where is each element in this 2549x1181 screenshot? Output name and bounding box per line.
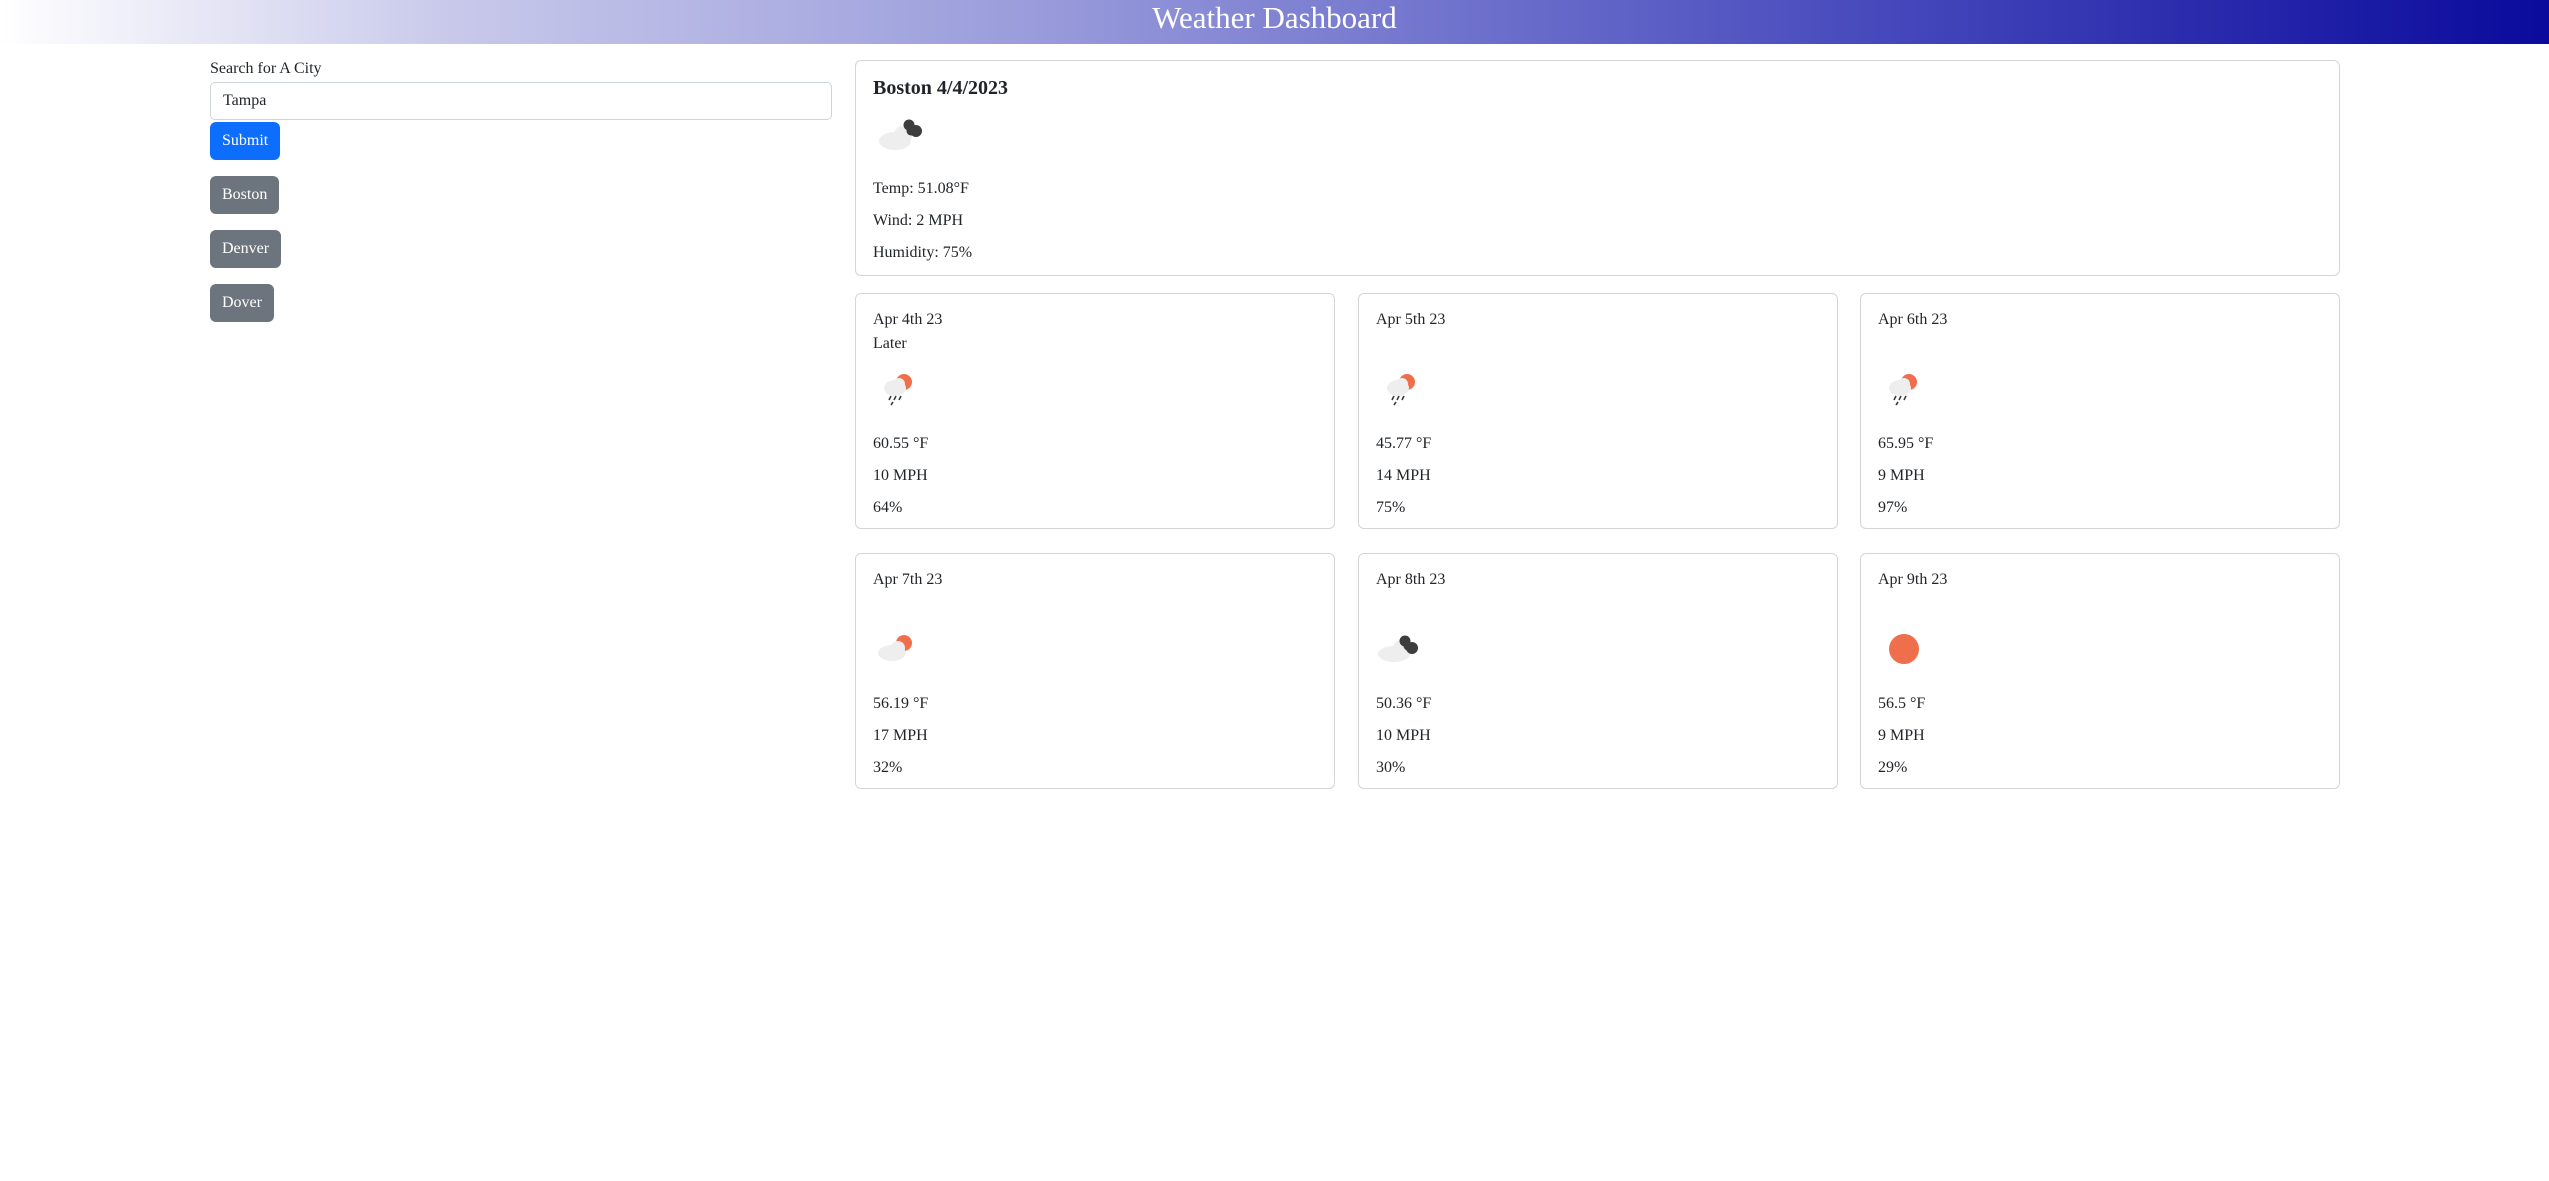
current-title: Boston 4/4/2023 xyxy=(873,77,1009,99)
cloudy-icon xyxy=(879,119,922,150)
rain-sun-icon xyxy=(1387,374,1415,406)
forecast-date: Apr 5th 23 xyxy=(1376,311,1446,328)
forecast-wind: 9 MPH xyxy=(1878,727,1925,744)
cloudy-icon xyxy=(1378,635,1418,662)
forecast-temp: 65.95 °F xyxy=(1878,435,1934,452)
sun-icon xyxy=(1889,634,1919,664)
history-button-dover[interactable]: Dover xyxy=(210,284,274,322)
forecast-date: Apr 6th 23 xyxy=(1878,311,1948,328)
forecast-humidity: 29% xyxy=(1878,759,1908,776)
forecast-wind: 14 MPH xyxy=(1376,467,1431,484)
forecast-card-day-5: Apr 8th 23 50.36 °F 10 MPH 30% xyxy=(1358,553,1838,789)
forecast-humidity: 64% xyxy=(873,499,903,516)
forecast-card-day-1: Apr 4th 23 Later 60.55 °F 10 MPH 64% xyxy=(855,293,1335,529)
forecast-label xyxy=(1376,332,1820,356)
forecast-label: Later xyxy=(873,335,907,352)
forecast-label xyxy=(873,592,1317,616)
search-label: Search for A City xyxy=(210,60,322,77)
forecast-temp: 60.55 °F xyxy=(873,435,929,452)
forecast-wind: 17 MPH xyxy=(873,727,928,744)
rain-sun-icon xyxy=(1889,374,1917,406)
forecast-label xyxy=(1376,592,1820,616)
forecast-wind: 10 MPH xyxy=(1376,727,1431,744)
forecast-label xyxy=(1878,332,2322,356)
forecast-wind: 9 MPH xyxy=(1878,467,1925,484)
forecast-humidity: 32% xyxy=(873,759,903,776)
forecast-humidity: 97% xyxy=(1878,499,1908,516)
partly-cloudy-icon xyxy=(878,635,912,661)
forecast-card-day-4: Apr 7th 23 56.19 °F 17 MPH 32% xyxy=(855,553,1335,789)
forecast-date: Apr 4th 23 xyxy=(873,311,943,328)
page-title: Weather Dashboard xyxy=(1152,0,1397,35)
forecast-temp: 56.19 °F xyxy=(873,695,929,712)
sidebar: Search for A City Submit Boston Denver D… xyxy=(210,58,832,322)
forecast-card-day-3: Apr 6th 23 65.95 °F 9 MPH 97% xyxy=(1860,293,2340,529)
forecast-date: Apr 9th 23 xyxy=(1878,571,1948,588)
current-wind: Wind: 2 MPH xyxy=(873,212,964,229)
search-input[interactable] xyxy=(210,82,832,120)
forecast-temp: 56.5 °F xyxy=(1878,695,1926,712)
forecast-label xyxy=(1878,592,2322,616)
forecast-humidity: 30% xyxy=(1376,759,1406,776)
history-button-boston[interactable]: Boston xyxy=(210,176,280,214)
current-weather-card: Boston 4/4/2023 Temp: 51.08°F Wind: 2 MP… xyxy=(855,60,2340,276)
current-temp: Temp: 51.08°F xyxy=(873,180,969,197)
forecast-wind: 10 MPH xyxy=(873,467,928,484)
forecast-card-day-6: Apr 9th 23 56.5 °F 9 MPH 29% xyxy=(1860,553,2340,789)
history-button-denver[interactable]: Denver xyxy=(210,230,282,268)
rain-sun-icon xyxy=(884,374,912,406)
forecast-card-day-2: Apr 5th 23 45.77 °F 14 MPH 75% xyxy=(1358,293,1838,529)
forecast-date: Apr 8th 23 xyxy=(1376,571,1446,588)
forecast-temp: 45.77 °F xyxy=(1376,435,1432,452)
forecast-temp: 50.36 °F xyxy=(1376,695,1432,712)
forecast-humidity: 75% xyxy=(1376,499,1406,516)
forecast-date: Apr 7th 23 xyxy=(873,571,943,588)
submit-button[interactable]: Submit xyxy=(210,122,281,160)
current-humidity: Humidity: 75% xyxy=(873,244,973,261)
header-bar: Weather Dashboard xyxy=(0,0,2549,44)
